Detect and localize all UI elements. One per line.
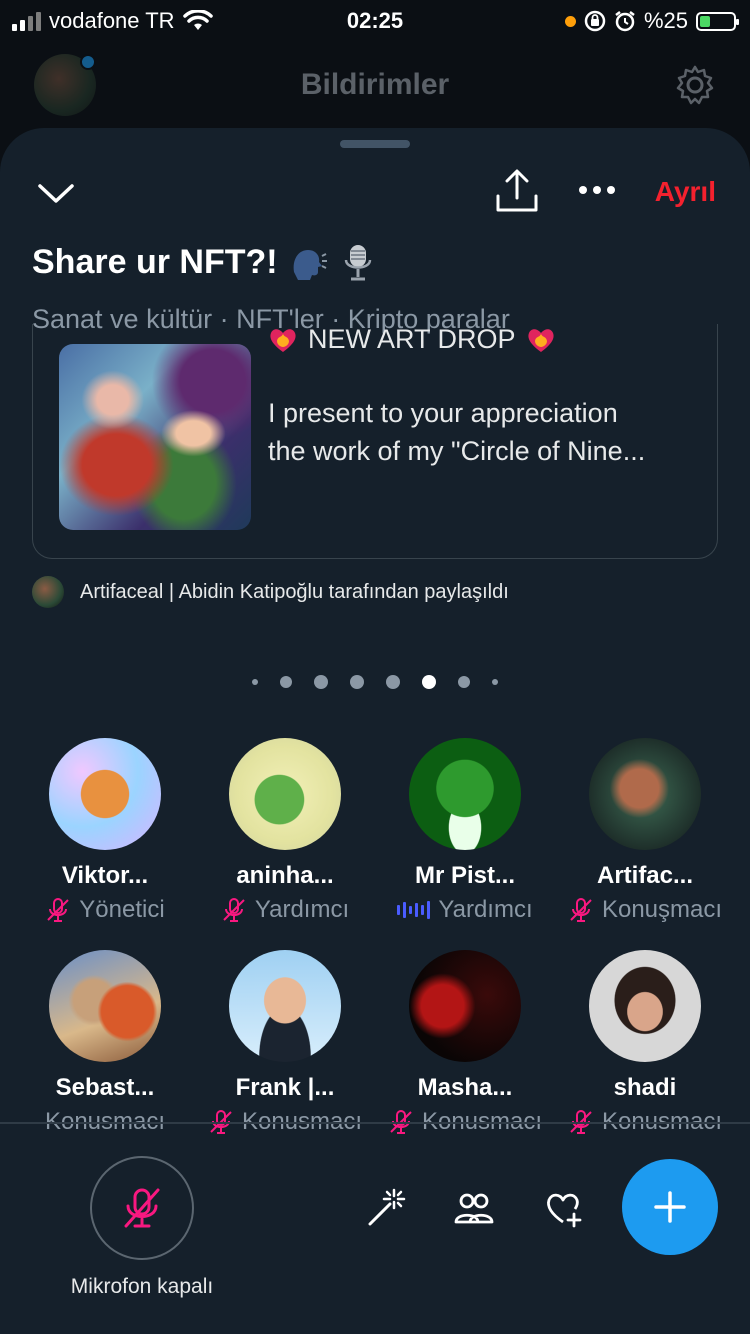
participant[interactable]: shadi Konusmacı bbox=[555, 950, 735, 1136]
tweet-line: the work of my "Circle of Nine... bbox=[268, 436, 646, 466]
pager-dot[interactable] bbox=[280, 676, 292, 688]
participant[interactable]: Sebast... Konusmacı bbox=[15, 950, 195, 1136]
shared-by[interactable]: Artifaceal | Abidin Katipoğlu tarafından… bbox=[32, 576, 509, 608]
avatar bbox=[49, 950, 161, 1062]
participant[interactable]: Frank |... Konusmacı bbox=[195, 950, 375, 1136]
heart-on-fire-icon bbox=[527, 329, 554, 352]
drag-handle[interactable] bbox=[340, 140, 410, 148]
people-icon[interactable] bbox=[454, 1188, 494, 1228]
share-icon[interactable] bbox=[494, 168, 540, 214]
pager-dot[interactable] bbox=[252, 679, 258, 685]
gear-icon[interactable] bbox=[674, 64, 716, 106]
shared-by-text: Artifaceal | Abidin Katipoğlu tarafından… bbox=[80, 580, 509, 603]
pager-dot-active[interactable] bbox=[422, 675, 436, 689]
participant-name: Masha... bbox=[417, 1074, 513, 1101]
mic-off-icon bbox=[124, 1188, 160, 1228]
space-sheet: Ayrıl Share ur NFT?! Sanat ve kültür · N… bbox=[0, 128, 750, 1334]
role-label: Konuşmacı bbox=[601, 896, 723, 923]
speaking-head-icon bbox=[293, 250, 327, 280]
background-header: Bildirimler bbox=[0, 44, 750, 134]
avatar bbox=[589, 950, 701, 1062]
avatar bbox=[409, 738, 521, 850]
status-right: %25 bbox=[564, 8, 739, 34]
avatar bbox=[589, 738, 701, 850]
pinned-tweet-text: NEW ART DROP I present to your appreciat… bbox=[268, 324, 708, 470]
divider bbox=[0, 1122, 750, 1124]
participant-name: Mr Pist... bbox=[414, 862, 516, 889]
participant-role: Yardımcı bbox=[375, 896, 555, 924]
tweet-headline: NEW ART DROP bbox=[268, 324, 708, 358]
participant-name: aninha... bbox=[236, 862, 334, 889]
participant-role: Yönetici bbox=[15, 896, 195, 924]
participant-name: Frank |... bbox=[235, 1074, 335, 1101]
tweet-headline-text: NEW ART DROP bbox=[308, 324, 516, 354]
studio-microphone-icon bbox=[344, 245, 371, 281]
role-label: Yardımcı bbox=[254, 896, 350, 923]
sharer-avatar bbox=[32, 576, 64, 608]
participant-name: shadi bbox=[613, 1074, 677, 1101]
avatar bbox=[229, 950, 341, 1062]
speaking-indicator-icon bbox=[397, 900, 431, 920]
participant-role: Yardımcı bbox=[195, 896, 375, 924]
participant[interactable]: Masha... Konusmacı bbox=[375, 950, 555, 1136]
tweet-body: I present to your appreciation the work … bbox=[268, 394, 708, 470]
mic-off-icon bbox=[570, 898, 592, 922]
participant-name: Sebast... bbox=[55, 1074, 155, 1101]
pager-dot[interactable] bbox=[386, 675, 400, 689]
chevron-down-icon[interactable] bbox=[36, 174, 76, 214]
avatar bbox=[409, 950, 521, 1062]
card-pager[interactable] bbox=[0, 675, 750, 689]
mic-off-icon bbox=[47, 898, 70, 922]
participant-name: Viktor... bbox=[61, 862, 149, 889]
magic-wand-icon[interactable] bbox=[366, 1188, 406, 1228]
avatar bbox=[229, 738, 341, 850]
heart-on-fire-icon bbox=[270, 329, 296, 352]
role-label: Yardımcı bbox=[438, 896, 533, 923]
heart-plus-icon[interactable] bbox=[544, 1188, 584, 1228]
pinned-tweet-card[interactable]: NEW ART DROP I present to your appreciat… bbox=[32, 324, 718, 559]
participant[interactable]: Artifac... Konuşmacı bbox=[555, 738, 735, 924]
pager-dot[interactable] bbox=[458, 676, 470, 688]
rotation-lock-icon bbox=[584, 10, 606, 32]
participant[interactable]: Mr Pist... Yardımcı bbox=[375, 738, 555, 924]
status-bar: vodafone TR 02:25 %25 bbox=[0, 0, 750, 44]
battery-icon bbox=[696, 11, 739, 31]
mic-in-use-indicator bbox=[564, 15, 576, 27]
nft-artwork-image bbox=[59, 344, 251, 530]
role-label: Yönetici bbox=[79, 896, 165, 923]
pager-dot[interactable] bbox=[492, 679, 498, 685]
pager-dot[interactable] bbox=[350, 675, 364, 689]
plus-icon bbox=[654, 1191, 686, 1223]
page-title: Bildirimler bbox=[300, 68, 450, 101]
participant-name: Artifac... bbox=[596, 862, 694, 889]
participant[interactable]: aninha... Yardımcı bbox=[195, 738, 375, 924]
space-title: Share ur NFT?! bbox=[32, 242, 378, 282]
mic-off-icon bbox=[223, 898, 245, 922]
avatar bbox=[49, 738, 161, 850]
pager-dot[interactable] bbox=[314, 675, 328, 689]
mic-status-label: Mikrofon kapalı bbox=[70, 1275, 214, 1298]
participant[interactable]: Viktor... Yönetici bbox=[15, 738, 195, 924]
more-options-icon[interactable] bbox=[574, 178, 620, 202]
participant-role: Konuşmacı bbox=[555, 896, 735, 924]
space-title-text: Share ur NFT?! bbox=[32, 242, 278, 281]
microphone-button[interactable] bbox=[90, 1156, 194, 1260]
add-button[interactable] bbox=[622, 1159, 718, 1255]
leave-button[interactable]: Ayrıl bbox=[655, 176, 716, 208]
battery-percent: %25 bbox=[643, 8, 688, 33]
tweet-line: I present to your appreciation bbox=[268, 398, 618, 428]
alarm-icon bbox=[615, 11, 635, 32]
